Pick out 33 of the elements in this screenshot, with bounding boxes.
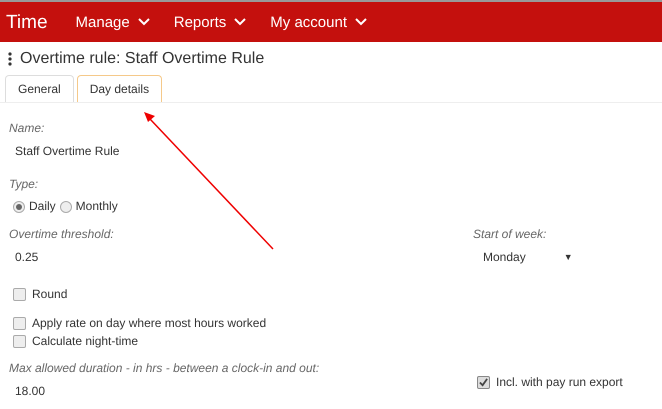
- checkbox-label: Round: [32, 287, 68, 302]
- radio-label: Monthly: [76, 199, 118, 214]
- field-label: Name:: [9, 121, 46, 136]
- field-label: Start of week:: [473, 227, 548, 242]
- field-label: Max allowed duration - in hrs - between a clock-in and out:: [9, 361, 320, 376]
- tab[interactable]: General: [5, 75, 74, 102]
- radio-label: Daily: [29, 199, 56, 214]
- chevron-down-icon: [234, 18, 246, 26]
- nav-menu[interactable]: Reports: [174, 14, 246, 30]
- field-label: Type:: [9, 177, 40, 192]
- chevron-down-icon: [354, 18, 367, 26]
- brand-title[interactable]: Time: [6, 14, 48, 30]
- checkbox[interactable]: [477, 376, 490, 389]
- checkbox[interactable]: [13, 288, 26, 301]
- name-value: Staff Overtime Rule: [14, 144, 120, 159]
- checkbox-label: Incl. with pay run export: [496, 375, 623, 390]
- radio-button[interactable]: [13, 200, 25, 212]
- nav-menu[interactable]: My account: [270, 14, 367, 30]
- checkbox-label: Apply rate on day where most hours worked: [32, 316, 266, 331]
- field-label: Overtime threshold:: [9, 227, 115, 242]
- threshold-value: 0.25: [14, 250, 40, 265]
- max-duration-value: 18.00: [14, 384, 46, 399]
- more-icon[interactable]: [8, 52, 12, 66]
- checkbox[interactable]: [13, 335, 26, 348]
- tab[interactable]: Day details: [76, 75, 162, 102]
- nav-menu[interactable]: Manage: [76, 14, 150, 30]
- week-start-dropdown[interactable]: Monday ▼: [473, 250, 573, 265]
- checkmark-icon: [479, 378, 488, 387]
- page-title: Overtime rule: Staff Overtime Rule: [20, 51, 264, 66]
- radio-button[interactable]: [60, 200, 72, 212]
- chevron-down-icon: [138, 18, 150, 26]
- checkbox[interactable]: [13, 317, 26, 330]
- checkbox-label: Calculate night-time: [32, 334, 138, 349]
